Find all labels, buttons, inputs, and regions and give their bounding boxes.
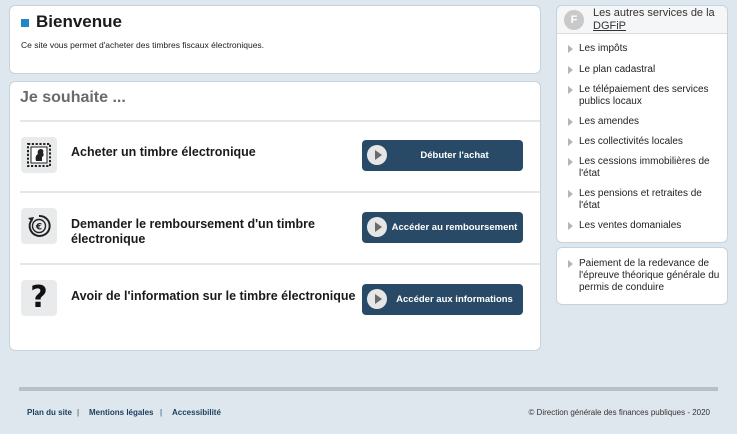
dgfip-services-panel: F Les autres services de la DGFiP Les im… xyxy=(556,5,728,243)
divider xyxy=(20,263,540,265)
service-link-impots[interactable]: Les impôts xyxy=(567,43,725,55)
button-label: Débuter l'achat xyxy=(420,150,489,161)
bullet-square-icon xyxy=(21,19,29,27)
divider xyxy=(20,191,540,193)
services-heading: Les autres services de la DGFiP xyxy=(593,7,715,33)
row-label-info: Avoir de l'information sur le timbre éle… xyxy=(71,289,356,303)
heading-line1: Les autres services de la xyxy=(593,7,715,19)
button-label: Accéder aux informations xyxy=(396,294,513,305)
divider xyxy=(20,120,540,122)
service-link-pensions[interactable]: Les pensions et retraites de l'état xyxy=(567,188,725,212)
play-icon xyxy=(367,145,387,165)
footer-separator: | xyxy=(160,408,163,417)
dgfip-logo-icon: F xyxy=(564,10,584,30)
wish-panel: Je souhaite ... Acheter un timbre électr… xyxy=(9,81,541,351)
footer-link-sitemap[interactable]: Plan du site xyxy=(27,408,72,417)
redevance-panel: Paiement de la redevance de l'épreuve th… xyxy=(556,247,728,305)
footer-link-legal[interactable]: Mentions légales xyxy=(89,408,153,417)
welcome-title-text: Bienvenue xyxy=(36,12,122,31)
svg-text:€: € xyxy=(35,223,42,233)
button-label: Accéder au remboursement xyxy=(391,222,518,233)
service-link-telepaiement[interactable]: Le télépaiement des services publics loc… xyxy=(567,84,725,108)
service-link-cadastre[interactable]: Le plan cadastral xyxy=(567,64,725,76)
services-header: F Les autres services de la DGFiP xyxy=(557,6,727,34)
wish-title: Je souhaite ... xyxy=(20,89,126,106)
play-icon xyxy=(367,217,387,237)
welcome-title: Bienvenue xyxy=(21,12,122,32)
question-mark-icon: ? xyxy=(21,280,57,316)
footer-separator: | xyxy=(77,408,80,417)
row-label-buy: Acheter un timbre électronique xyxy=(71,145,256,159)
row-label-refund: Demander le remboursement d'un timbre él… xyxy=(71,217,316,246)
welcome-panel: Bienvenue Ce site vous permet d'acheter … xyxy=(9,5,541,74)
start-purchase-button[interactable]: Débuter l'achat xyxy=(362,140,523,171)
copyright-text: © Direction générale des finances publiq… xyxy=(528,408,710,417)
euro-refund-icon: € xyxy=(21,208,57,244)
welcome-description: Ce site vous permet d'acheter des timbre… xyxy=(21,40,265,50)
service-link-ventes[interactable]: Les ventes domaniales xyxy=(567,220,725,232)
stamp-icon xyxy=(21,137,57,173)
footer-divider xyxy=(19,387,718,391)
service-link-cessions[interactable]: Les cessions immobilières de l'état xyxy=(567,156,725,180)
service-link-amendes[interactable]: Les amendes xyxy=(567,116,725,128)
dgfip-link[interactable]: DGFiP xyxy=(593,20,626,32)
refund-access-button[interactable]: Accéder au remboursement xyxy=(362,212,523,243)
footer-link-accessibility[interactable]: Accessibilité xyxy=(172,408,221,417)
info-access-button[interactable]: Accéder aux informations xyxy=(362,284,523,315)
redevance-link[interactable]: Paiement de la redevance de l'épreuve th… xyxy=(567,258,725,294)
play-icon xyxy=(367,289,387,309)
service-link-collectivites[interactable]: Les collectivités locales xyxy=(567,136,725,148)
